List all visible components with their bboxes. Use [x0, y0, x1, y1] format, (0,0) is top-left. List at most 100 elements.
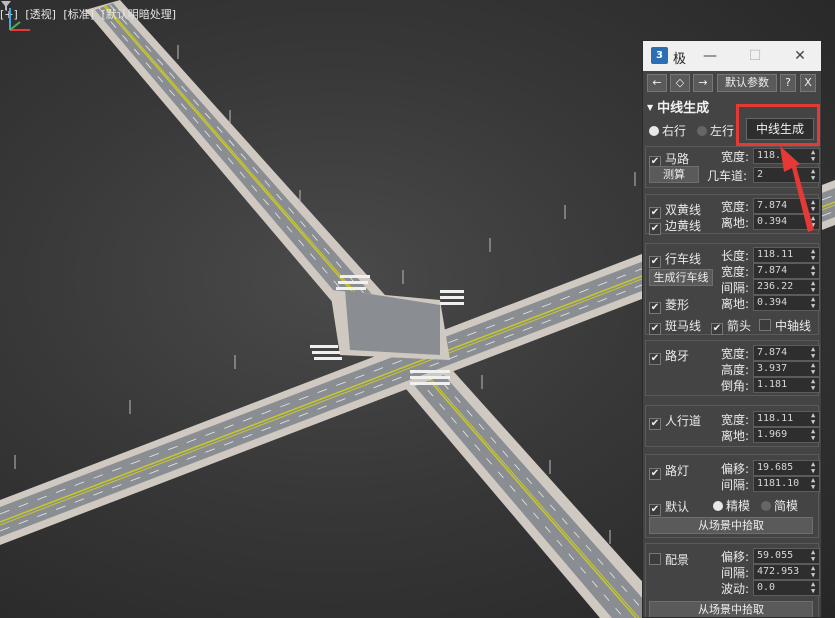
curb-width-field[interactable]: 7.874 ▲ ▼	[753, 345, 820, 361]
spinner-icon[interactable]: ▲ ▼	[811, 378, 817, 392]
lane-offset-field[interactable]: 0.394 ▲ ▼	[753, 295, 820, 311]
curb-chamfer-field[interactable]: 1.181 ▲ ▼	[753, 377, 820, 393]
streetlight-gap-field[interactable]: 1181.10 ▲ ▼	[753, 476, 820, 492]
section-header[interactable]: ▼ 中线生成	[647, 97, 709, 116]
spinner-icon[interactable]: ▲ ▼	[811, 264, 817, 278]
default-checkbox[interactable]: ✔ 默认	[649, 498, 689, 516]
edge-yellow-checkbox[interactable]: ✔ 边黄线	[649, 217, 701, 235]
spinner-icon[interactable]: ▲ ▼	[811, 428, 817, 442]
spinner-icon[interactable]: ▲ ▼	[811, 199, 817, 213]
sidewalk-offset-field[interactable]: 1.969 ▲ ▼	[753, 427, 820, 443]
spinner-icon[interactable]: ▲ ▼	[811, 346, 817, 360]
spinner-icon[interactable]: ▲ ▼	[811, 168, 817, 182]
radio-fine-icon[interactable]	[713, 501, 723, 511]
radio-right[interactable]: 右行	[649, 122, 686, 139]
lane-checkbox[interactable]: ✔ 行车线	[649, 250, 701, 268]
scenery-jitter-field[interactable]: 0.0 ▲ ▼	[753, 580, 820, 596]
scenery-pick-button[interactable]: 从场景中拾取	[649, 601, 813, 617]
lane-width-field[interactable]: 7.874 ▲ ▼	[753, 263, 820, 279]
spinner-icon[interactable]: ▲ ▼	[811, 248, 817, 262]
scenery-gap-field[interactable]: 472.953 ▲ ▼	[753, 564, 820, 580]
yellow-width-field[interactable]: 7.874 ▲ ▼	[753, 198, 820, 214]
diamond-label: 菱形	[665, 298, 690, 312]
radio-simple-icon[interactable]	[761, 501, 771, 511]
zebra-checkbox[interactable]: ✔ 斑马线	[649, 317, 701, 335]
highlight-box	[736, 104, 820, 146]
default-label: 默认	[665, 500, 690, 514]
streetlight-offset-field[interactable]: 19.685 ▲ ▼	[753, 460, 820, 476]
viewport-shading-standard[interactable]: [标准]	[63, 8, 94, 21]
check-icon[interactable]: ✔	[649, 468, 661, 480]
unchecked-icon[interactable]	[649, 553, 661, 565]
spinner-icon[interactable]: ▲ ▼	[811, 412, 817, 426]
measure-button[interactable]: 测算	[649, 166, 699, 183]
check-icon[interactable]: ✔	[711, 323, 723, 335]
scenery-checkbox[interactable]: 配景	[649, 551, 689, 568]
zebra-label: 斑马线	[665, 319, 702, 333]
check-icon[interactable]: ✔	[649, 256, 661, 268]
minimize-icon[interactable]: —	[699, 46, 721, 66]
curb-width-value: 7.874	[757, 347, 788, 358]
sidewalk-width-field[interactable]: 118.11 ▲ ▼	[753, 411, 820, 427]
spinner-icon[interactable]: ▲ ▼	[811, 581, 817, 595]
check-icon[interactable]: ✔	[649, 418, 661, 430]
lane-length-value: 118.11	[757, 249, 794, 260]
axis-checkbox[interactable]: 中轴线	[759, 317, 811, 334]
radio-left[interactable]: 左行	[697, 122, 734, 139]
collapse-icon[interactable]: ▼	[647, 103, 653, 112]
check-icon[interactable]: ✔	[649, 323, 661, 335]
scenery-offset-field[interactable]: 59.055 ▲ ▼	[753, 548, 820, 564]
curb-height-label: 高度:	[721, 363, 750, 377]
forward-button[interactable]: →	[693, 74, 713, 92]
spinner-icon[interactable]: ▲ ▼	[811, 362, 817, 376]
spinner-icon[interactable]: ▲ ▼	[811, 549, 817, 563]
streetlight-pick-button[interactable]: 从场景中拾取	[649, 517, 813, 534]
sidewalk-width-label: 宽度:	[721, 413, 750, 427]
help-button[interactable]: ?	[780, 74, 796, 92]
streetlight-label: 路灯	[665, 464, 690, 478]
lane-length-label: 长度:	[721, 249, 750, 263]
spinner-icon[interactable]: ▲ ▼	[811, 477, 817, 491]
lanes-field[interactable]: 2 ▲ ▼	[753, 167, 820, 183]
check-icon[interactable]: ✔	[649, 223, 661, 235]
arrow-checkbox[interactable]: ✔ 箭头	[711, 317, 751, 335]
viewport-shading-mode[interactable]: [默认明暗处理]	[102, 8, 177, 21]
spinner-icon[interactable]: ▲ ▼	[811, 215, 817, 229]
panel-titlebar[interactable]: 3 极 — ☐ ✕	[643, 41, 821, 71]
maximize-icon[interactable]: ☐	[744, 46, 766, 66]
lanes-label: 几车道:	[707, 169, 748, 183]
streetlight-checkbox[interactable]: ✔ 路灯	[649, 462, 689, 480]
generate-lane-button[interactable]: 生成行车线	[649, 269, 713, 286]
yellow-offset-value: 0.394	[757, 216, 788, 227]
simple-model-radio[interactable]: 简模	[761, 497, 798, 514]
close-icon[interactable]: ✕	[789, 46, 811, 66]
panel-close-button[interactable]: X	[800, 74, 816, 92]
default-params-button[interactable]: 默认参数	[717, 74, 777, 92]
section-title: 中线生成	[657, 101, 710, 116]
lane-length-field[interactable]: 118.11 ▲ ▼	[753, 247, 820, 263]
curb-chamfer-value: 1.181	[757, 379, 788, 390]
back-button[interactable]: ←	[647, 74, 667, 92]
spinner-icon[interactable]: ▲ ▼	[811, 280, 817, 294]
check-icon[interactable]: ✔	[649, 302, 661, 314]
fine-model-radio[interactable]: 精模	[713, 497, 750, 514]
sidewalk-checkbox[interactable]: ✔ 人行道	[649, 412, 701, 430]
check-icon[interactable]: ✔	[649, 353, 661, 365]
road-width-field[interactable]: 118.1 ▲ ▼	[753, 148, 820, 164]
curb-checkbox[interactable]: ✔ 路牙	[649, 347, 689, 365]
radio-left-icon[interactable]	[697, 126, 707, 136]
spinner-icon[interactable]: ▲ ▼	[811, 149, 817, 163]
diamond-checkbox[interactable]: ✔ 菱形	[649, 296, 689, 314]
spinner-icon[interactable]: ▲ ▼	[811, 565, 817, 579]
scenery-offset-label: 偏移:	[721, 550, 750, 564]
unchecked-icon[interactable]	[759, 319, 771, 331]
spinner-icon[interactable]: ▲ ▼	[811, 461, 817, 475]
check-icon[interactable]: ✔	[649, 504, 661, 516]
diamond-button[interactable]: ◇	[670, 74, 690, 92]
curb-height-field[interactable]: 3.937 ▲ ▼	[753, 361, 820, 377]
yellow-offset-field[interactable]: 0.394 ▲ ▼	[753, 214, 820, 230]
spinner-icon[interactable]: ▲ ▼	[811, 296, 817, 310]
radio-right-icon[interactable]	[649, 126, 659, 136]
lane-gap-field[interactable]: 236.22 ▲ ▼	[753, 279, 820, 295]
curb-height-value: 3.937	[757, 363, 788, 374]
